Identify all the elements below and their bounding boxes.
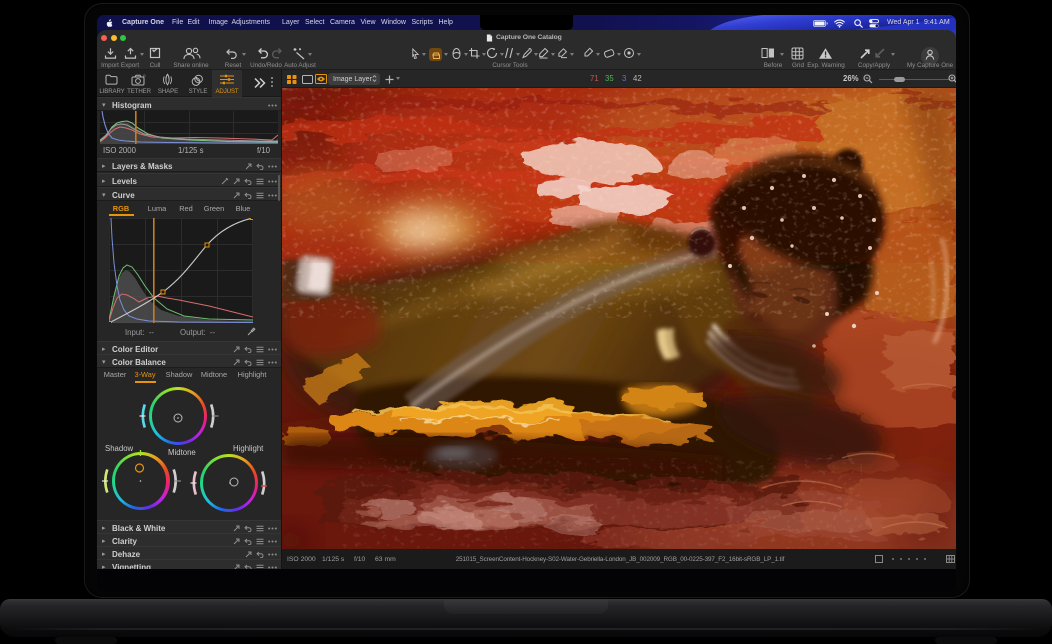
svg-text:0: 0 [143, 74, 146, 78]
